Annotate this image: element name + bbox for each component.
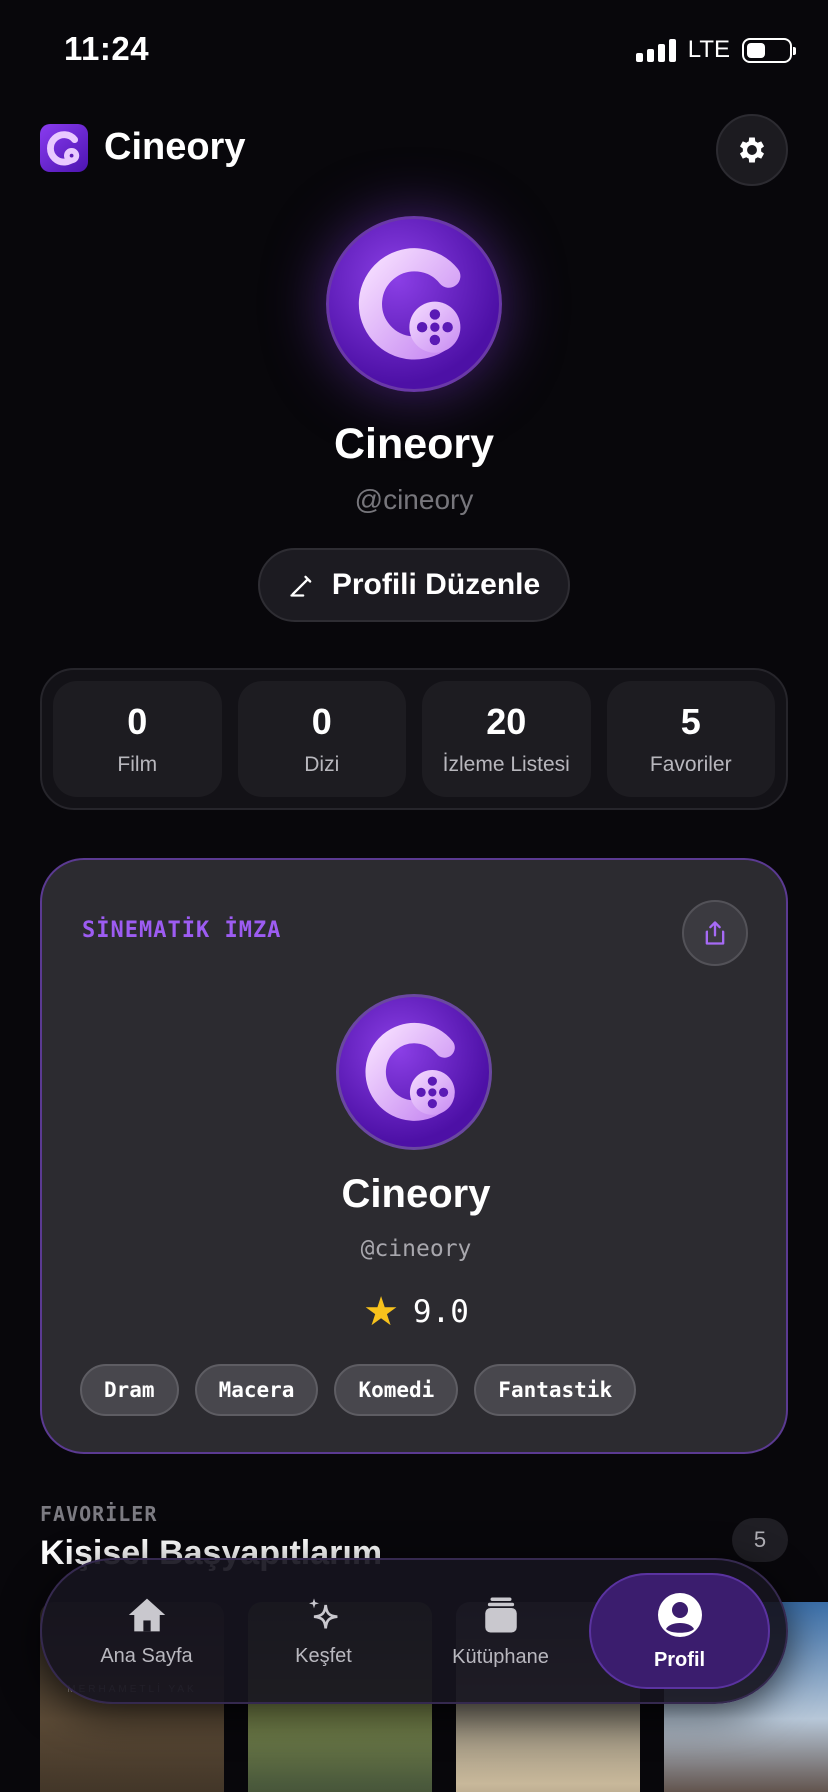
stat-label: Favoriler (649, 753, 732, 776)
tab-profile[interactable]: Profil (589, 1573, 770, 1689)
genre-chip[interactable]: Fantastik (474, 1364, 637, 1416)
profile-handle: @cineory (354, 484, 474, 515)
share-button[interactable] (682, 900, 748, 966)
stat-label: Dizi (304, 753, 340, 776)
signal-icon (635, 38, 676, 62)
genre-chip[interactable]: Komedi (334, 1364, 459, 1416)
settings-button[interactable] (716, 114, 788, 186)
tab-home[interactable]: Ana Sayfa (58, 1573, 235, 1689)
profile-name: Cineory (333, 420, 495, 468)
stat-label: Film (117, 753, 158, 776)
signature-handle: @cineory (360, 1236, 472, 1262)
signature-title: SİNEMATİK İMZA (82, 918, 282, 943)
status-bar: 11:24 LTE (0, 0, 828, 100)
edit-profile-label: Profili Düzenle (331, 568, 541, 601)
stat-value: 0 (127, 701, 148, 742)
stat-value: 5 (680, 701, 701, 742)
cineory-logo-icon (358, 248, 461, 360)
stat-value: 0 (311, 701, 332, 742)
favorites-count-badge: 5 (732, 1518, 788, 1562)
status-time: 11:24 (64, 30, 150, 67)
battery-icon (742, 37, 796, 63)
app-logo-icon (40, 124, 88, 172)
tab-label: Ana Sayfa (100, 1644, 193, 1667)
library-icon (484, 1597, 517, 1632)
gear-icon (739, 137, 765, 163)
stat-watchlist[interactable]: 20 İzleme Listesi (422, 681, 591, 797)
sparkle-icon (308, 1597, 337, 1628)
cinematic-signature-card: SİNEMATİK İMZA Cineory @cineory ★ 9.0 Dr… (40, 858, 788, 1454)
stat-film[interactable]: 0 Film (53, 681, 222, 797)
edit-profile-button[interactable]: Profili Düzenle (258, 548, 570, 622)
genre-chip[interactable]: Macera (194, 1364, 319, 1416)
stat-value: 20 (486, 701, 527, 742)
favorites-kicker: FAVORİLER (40, 1502, 158, 1526)
profile-avatar[interactable] (326, 216, 502, 392)
bottom-tab-bar: Ana Sayfa Keşfet Kütüphane Profil (40, 1558, 788, 1704)
tab-library[interactable]: Kütüphane (412, 1573, 589, 1689)
stat-favorites[interactable]: 5 Favoriler (606, 681, 775, 797)
tab-label: Profil (653, 1648, 706, 1671)
stat-dizi[interactable]: 0 Dizi (237, 681, 406, 797)
pencil-icon (290, 575, 312, 597)
signature-rating: ★ 9.0 (42, 1292, 790, 1332)
app-header: Cineory (40, 114, 788, 202)
star-icon: ★ (363, 1290, 399, 1334)
stat-label: İzleme Listesi (442, 753, 570, 776)
app-title: Cineory (104, 126, 246, 168)
profile-icon (657, 1592, 702, 1637)
genre-list: Dram Macera Komedi Fantastik (80, 1364, 637, 1416)
home-icon (128, 1598, 165, 1631)
network-label: LTE (687, 36, 730, 63)
status-indicators: LTE (635, 36, 796, 64)
tab-explore[interactable]: Keşfet (235, 1573, 412, 1689)
tab-label: Kütüphane (452, 1645, 549, 1668)
stats-panel: 0 Film 0 Dizi 20 İzleme Listesi 5 Favori… (40, 668, 788, 810)
signature-avatar (336, 994, 492, 1150)
genre-chip[interactable]: Dram (80, 1364, 179, 1416)
share-icon (705, 921, 725, 945)
signature-name: Cineory (341, 1172, 491, 1216)
rating-value: 9.0 (412, 1294, 469, 1330)
tab-label: Keşfet (295, 1644, 352, 1667)
cineory-logo-icon (365, 1022, 455, 1121)
